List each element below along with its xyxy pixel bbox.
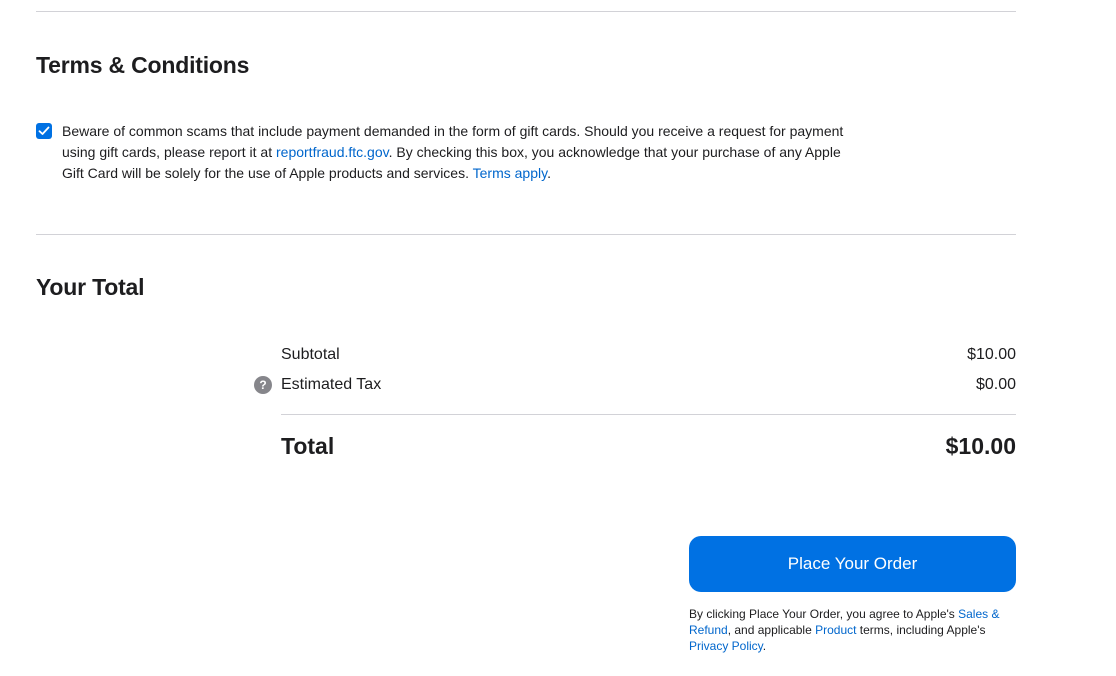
section-divider <box>36 234 1016 235</box>
legal-text-part: . <box>762 639 767 653</box>
privacy-policy-link[interactable]: Privacy Policy <box>689 639 763 653</box>
estimated-tax-label: Estimated Tax <box>281 376 382 393</box>
subtotal-label: Subtotal <box>281 346 340 363</box>
terms-text-part: . <box>547 165 551 181</box>
terms-title: Terms & Conditions <box>36 52 250 78</box>
summary-divider <box>281 414 1016 415</box>
subtotal-value: $10.00 <box>967 346 1016 363</box>
legal-text-part: terms, including Apple's <box>856 623 986 637</box>
legal-text-part: , and applicable <box>727 623 816 637</box>
gift-card-terms-checkbox[interactable] <box>36 123 52 139</box>
terms-text: Beware of common scams that include paym… <box>62 121 862 184</box>
legal-text-part: By clicking Place Your Order, you agree … <box>689 607 959 621</box>
place-order-button[interactable]: Place Your Order <box>689 536 1016 592</box>
terms-apply-link[interactable]: Terms apply <box>473 165 547 181</box>
top-divider <box>36 11 1016 12</box>
product-link[interactable]: Product <box>815 623 856 637</box>
your-total-title: Your Total <box>36 274 145 300</box>
checkmark-icon <box>38 126 50 135</box>
total-label: Total <box>281 433 335 459</box>
estimated-tax-value: $0.00 <box>975 376 1016 393</box>
checkout-page: Terms & Conditions Beware of common scam… <box>0 0 1116 676</box>
ftc-report-link[interactable]: reportfraud.ftc.gov <box>276 144 389 160</box>
tax-help-icon[interactable]: ? <box>254 376 272 394</box>
order-legal-text: By clicking Place Your Order, you agree … <box>689 606 1019 654</box>
total-value: $10.00 <box>945 433 1016 459</box>
